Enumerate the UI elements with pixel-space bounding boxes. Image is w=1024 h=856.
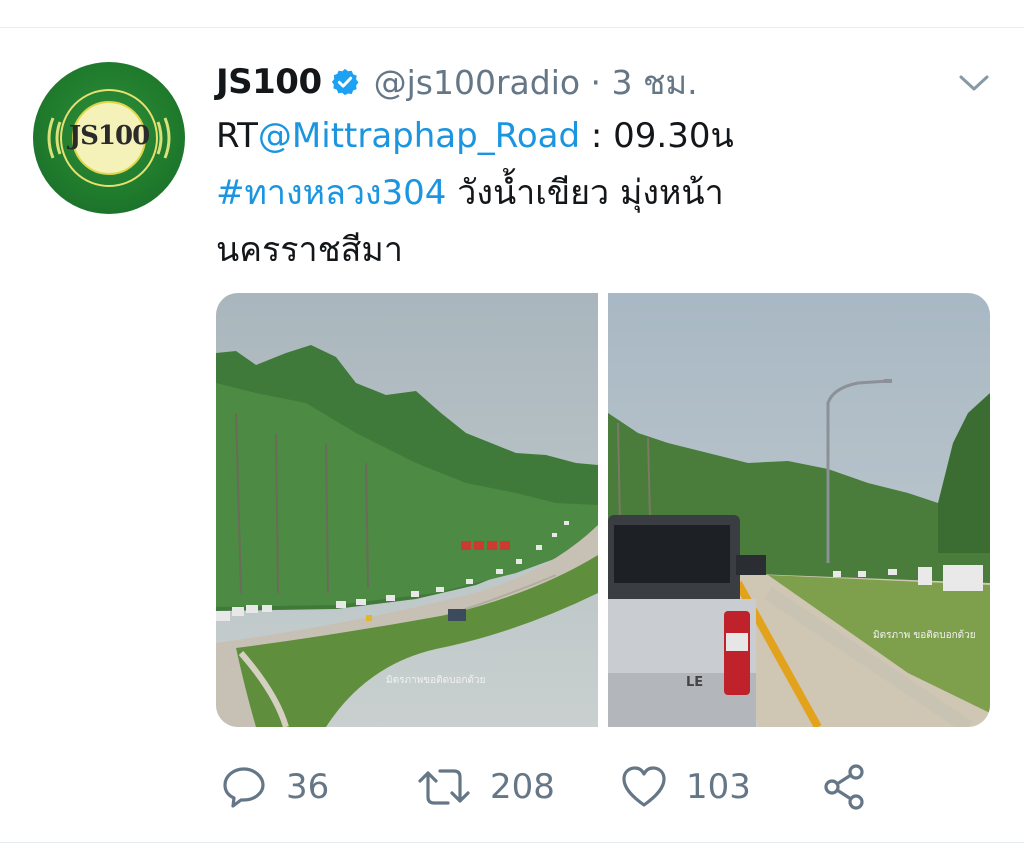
reply-button[interactable]: 36 [220, 760, 329, 814]
bottom-divider [0, 842, 1024, 843]
retweet-button[interactable]: 208 [416, 760, 555, 814]
tweet-media: มิตรภาพขอติดบอกด้วย LE มิตรภาพ ขอติดบอกด… [216, 293, 990, 727]
reply-icon [220, 763, 268, 811]
tweet-line-2: #ทางหลวง304 วังน้ำเขียว มุ่งหน้า [216, 165, 836, 222]
photo-left[interactable]: มิตรภาพขอติดบอกด้วย [216, 293, 598, 727]
hashtag-link[interactable]: #ทางหลวง304 [216, 173, 446, 213]
photo-right-watermark: มิตรภาพ ขอติดบอกด้วย [873, 629, 976, 641]
mention-link[interactable]: @Mittraphap_Road [258, 116, 580, 156]
truck-badge-text: LE [686, 675, 703, 690]
tweet-line-3: นครราชสีมา [216, 230, 403, 270]
reply-count: 36 [286, 767, 330, 807]
tweet-time-text: : 09.30น [580, 116, 734, 156]
tweet-location-text: วังน้ำเขียว มุ่งหน้า [446, 173, 724, 213]
avatar[interactable]: JS100 [33, 62, 185, 214]
verified-badge-icon [330, 67, 360, 97]
like-icon [620, 763, 668, 811]
share-button[interactable] [820, 760, 870, 814]
rt-prefix: RT [216, 116, 258, 156]
photo-right[interactable]: LE มิตรภาพ ขอติดบอกด้วย [608, 293, 990, 727]
display-name[interactable]: JS100 [216, 62, 322, 102]
tweet-text: RT@Mittraphap_Road : 09.30น #ทางหลวง304 … [216, 108, 836, 279]
like-button[interactable]: 103 [620, 760, 751, 814]
retweet-count: 208 [490, 767, 555, 807]
retweet-icon [416, 763, 472, 811]
top-divider [0, 27, 1024, 28]
handle-and-timestamp[interactable]: @js100radio · 3 ชม. [374, 56, 698, 109]
chevron-down-icon[interactable] [956, 68, 992, 98]
tweet-actions: 36 208 103 [220, 760, 900, 814]
share-icon [820, 763, 870, 811]
avatar-logo-text: JS100 [68, 121, 150, 151]
tweet-header: JS100 @js100radio · 3 ชม. [216, 58, 698, 106]
tweet-line-1: RT@Mittraphap_Road : 09.30น [216, 108, 836, 165]
photo-left-watermark: มิตรภาพขอติดบอกด้วย [386, 674, 485, 686]
like-count: 103 [686, 767, 751, 807]
